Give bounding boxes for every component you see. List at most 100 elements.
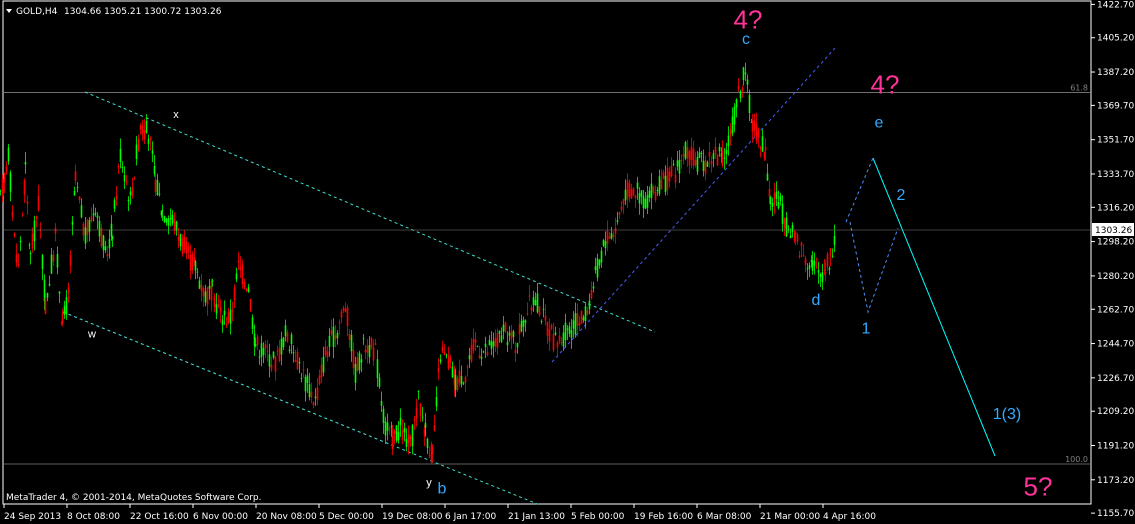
candle-body [154, 179, 157, 193]
candle-body [31, 233, 34, 249]
candle-body [574, 313, 577, 335]
copyright-label: MetaTrader 4, © 2001-2014, MetaQuotes So… [6, 493, 262, 503]
candle-body [52, 254, 55, 262]
candle-body [586, 309, 589, 315]
candle-body [342, 307, 345, 311]
candle-body [202, 287, 205, 297]
candle-body [348, 334, 351, 341]
candle-body [386, 422, 389, 431]
candle-body [284, 325, 287, 337]
candle-body [636, 182, 639, 189]
candle-body [700, 152, 703, 154]
candle-body [598, 259, 601, 266]
candle-body [789, 235, 792, 239]
candle-body [718, 146, 721, 152]
candle-body [731, 116, 734, 134]
price-tick-label: 1316.20 [1097, 203, 1134, 213]
projection-drop-line [872, 157, 996, 457]
candle-body [24, 161, 27, 165]
candle-body [755, 123, 758, 141]
candle-body [829, 248, 832, 256]
time-tick-label: 21 Jan 13:00 [508, 512, 565, 522]
candle-body [272, 351, 275, 358]
candle-body [187, 246, 190, 252]
candle-body [304, 376, 307, 392]
candle-body [708, 151, 711, 157]
candle-body [196, 271, 199, 273]
candle-body [251, 317, 254, 329]
candle-body [686, 147, 689, 159]
candle-body [29, 252, 32, 255]
candle-body [206, 287, 209, 305]
candle-body [632, 188, 635, 196]
candle-body [437, 367, 440, 372]
candle-body [366, 345, 369, 354]
candle-body [94, 212, 97, 215]
candle-body [204, 291, 207, 303]
candle-body [73, 190, 76, 196]
candle-body [496, 333, 499, 348]
candle-body [56, 253, 59, 268]
candle-body [828, 267, 831, 270]
fib-level-label: 100.0 [1065, 455, 1088, 464]
candle-body [746, 79, 749, 85]
candle-body [403, 428, 406, 433]
wave-label: 1(3) [993, 406, 1021, 423]
candle-body [630, 189, 633, 199]
candle-body [538, 306, 541, 316]
candlestick-series [0, 62, 836, 465]
candle-body [0, 190, 2, 192]
price-tick-label: 1244.70 [1097, 340, 1134, 350]
candle-body [308, 384, 311, 398]
candle-body [572, 320, 575, 329]
candle-body [115, 195, 118, 200]
candle-body [48, 284, 51, 286]
candle-body [753, 120, 756, 131]
price-tick-label: 1369.70 [1097, 101, 1134, 111]
candle-body [602, 239, 605, 246]
candle-body [104, 246, 107, 251]
candle-body [360, 359, 363, 363]
chart-canvas: 61.8 100.0 1422.70 1405.20 1387.20 1369.70 13… [0, 0, 1134, 522]
candle-body [50, 254, 53, 274]
candle-body [783, 218, 786, 229]
candle-body [735, 99, 738, 108]
candle-body [98, 220, 101, 237]
candle-body [160, 210, 163, 216]
candle-body [208, 285, 211, 289]
candle-body [5, 166, 8, 172]
candle-body [428, 455, 431, 457]
candle-body [580, 310, 583, 324]
candle-body [71, 221, 74, 225]
candle-body [175, 221, 178, 231]
candle-body [606, 230, 609, 245]
candle-body [417, 390, 420, 392]
candle-body [26, 201, 29, 204]
dropdown-arrow-icon[interactable] [6, 9, 12, 13]
chart-window: 61.8 100.0 1422.70 1405.20 1387.20 1369.70 13… [0, 0, 1135, 524]
candle-body [151, 150, 154, 154]
candle-body [733, 106, 736, 125]
candle-body [314, 396, 317, 399]
candle-body [320, 364, 323, 378]
candle-body [334, 335, 337, 340]
candle-body [362, 338, 365, 340]
candle-body [520, 320, 523, 332]
candle-body [526, 313, 529, 315]
price-tick-label: 1422.70 [1097, 0, 1134, 10]
candle-body [264, 344, 267, 349]
trend-lines [62, 47, 996, 506]
candle-body [370, 337, 373, 348]
candle-body [141, 125, 144, 134]
candle-body [781, 203, 784, 225]
candle-body [454, 374, 457, 390]
candle-body [512, 331, 515, 337]
candle-body [113, 200, 116, 209]
candle-body [690, 146, 693, 161]
candle-body [225, 324, 228, 326]
candle-body [312, 402, 315, 406]
candle-body [147, 138, 150, 144]
candle-body [702, 160, 705, 171]
candle-body [634, 195, 637, 198]
candle-body [546, 321, 549, 336]
